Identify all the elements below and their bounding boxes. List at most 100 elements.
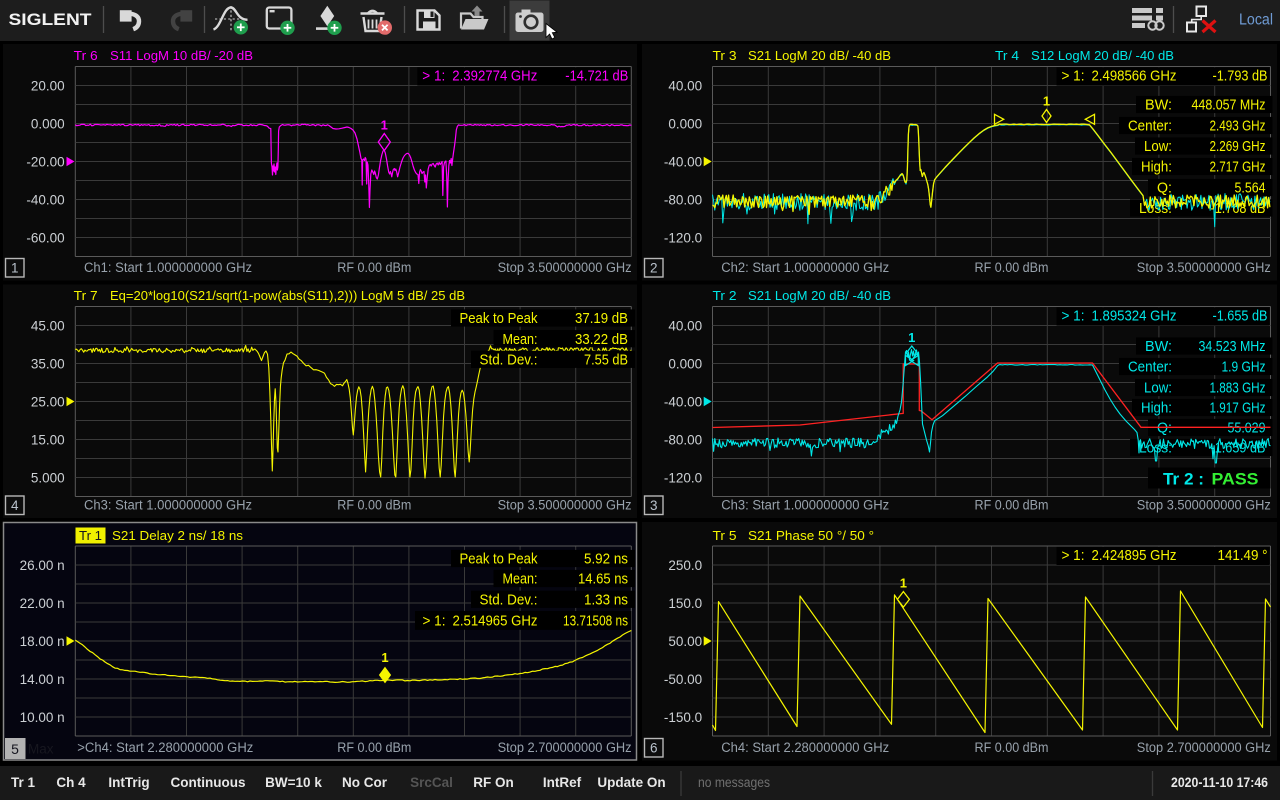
svg-text:2.498566 GHz: 2.498566 GHz [1092,69,1177,85]
svg-text:RF On: RF On [473,775,514,790]
svg-text:-40.00: -40.00 [664,394,702,409]
svg-text:22.00 n: 22.00 n [20,596,65,611]
svg-text:Q:: Q: [1157,421,1172,437]
svg-text:Ch 4: Ch 4 [56,775,86,790]
svg-text:SrcCal: SrcCal [410,775,453,790]
svg-text:> 1:: > 1: [1062,548,1085,564]
svg-text:Mean:: Mean: [503,572,538,588]
svg-text:BW=10 k: BW=10 k [265,775,322,790]
svg-text:Tr 1: Tr 1 [11,775,36,790]
svg-text:33.22 dB: 33.22 dB [575,332,628,348]
svg-text:S21 Delay 2 ns/ 18 ns: S21 Delay 2 ns/ 18 ns [112,528,243,543]
svg-text:> 1:: > 1: [423,614,446,630]
svg-text:Stop 3.500000000 GHz: Stop 3.500000000 GHz [1137,260,1271,275]
svg-text:18.00 n: 18.00 n [20,634,65,649]
svg-text:Tr 2 :: Tr 2 : [1163,471,1204,489]
svg-text:15.00: 15.00 [31,432,65,447]
svg-text:> 1:: > 1: [1062,309,1085,325]
svg-text:> 1:: > 1: [1062,69,1085,85]
svg-text:Stop 3.500000000 GHz: Stop 3.500000000 GHz [498,498,632,513]
svg-text:26.00 n: 26.00 n [20,558,65,573]
svg-text:Tr 4: Tr 4 [995,48,1019,63]
svg-text:Peak to Peak: Peak to Peak [460,311,539,327]
svg-text:45.00: 45.00 [31,318,65,333]
svg-text:40.00: 40.00 [668,318,702,333]
svg-text:RF 0.00 dBm: RF 0.00 dBm [337,260,411,275]
svg-text:Tr 7: Tr 7 [74,288,98,303]
svg-text:2.424895 GHz: 2.424895 GHz [1092,548,1177,564]
svg-text:1: 1 [381,650,388,665]
svg-text:RF 0.00 dBm: RF 0.00 dBm [337,740,411,755]
svg-text:Std. Dev.:: Std. Dev.: [480,593,538,609]
svg-text:1.9 GHz: 1.9 GHz [1222,360,1266,376]
svg-text:Stop 2.700000000 GHz: Stop 2.700000000 GHz [498,740,632,755]
svg-text:-50.00: -50.00 [664,672,702,687]
svg-text:1.883 GHz: 1.883 GHz [1210,381,1266,397]
svg-text:14.00 n: 14.00 n [20,672,65,687]
svg-text:Stop 3.500000000 GHz: Stop 3.500000000 GHz [498,260,632,275]
svg-text:Tr 3: Tr 3 [713,48,737,63]
svg-text:S21 LogM 20 dB/ -40 dB: S21 LogM 20 dB/ -40 dB [748,48,891,63]
svg-text:Local: Local [1239,12,1273,29]
svg-text:1.33 ns: 1.33 ns [584,593,628,609]
svg-text:1.895324 GHz: 1.895324 GHz [1092,309,1177,325]
svg-text:S12 LogM 20 dB/ -40 dB: S12 LogM 20 dB/ -40 dB [1031,48,1174,63]
svg-text:0.000: 0.000 [31,116,65,131]
svg-text:Ch3: Start 1.000000000 GHz: Ch3: Start 1.000000000 GHz [84,498,252,513]
svg-text:1.917 GHz: 1.917 GHz [1210,401,1266,417]
svg-text:BW:: BW: [1145,98,1172,114]
svg-text:Low:: Low: [1144,381,1172,397]
svg-text:S21 LogM 20 dB/ -40 dB: S21 LogM 20 dB/ -40 dB [748,288,891,303]
svg-text:RF 0.00 dBm: RF 0.00 dBm [975,740,1049,755]
svg-text:20.00: 20.00 [31,78,65,93]
svg-text:RF 0.00 dBm: RF 0.00 dBm [975,260,1049,275]
svg-text:25.00: 25.00 [31,394,65,409]
svg-text:High:: High: [1141,160,1172,176]
svg-text:Tr 6: Tr 6 [74,48,98,63]
svg-text:50.00: 50.00 [668,634,702,649]
svg-text:Peak to Peak: Peak to Peak [460,552,539,568]
svg-text:Std. Dev.:: Std. Dev.: [480,353,538,369]
svg-text:Tr 1: Tr 1 [79,528,102,543]
svg-text:-80.00: -80.00 [664,192,702,207]
svg-text:37.19 dB: 37.19 dB [575,311,628,327]
svg-text:-40.00: -40.00 [26,192,64,207]
svg-text:2020-11-10 17:46: 2020-11-10 17:46 [1171,775,1268,790]
svg-text:no messages: no messages [698,775,770,790]
svg-text:34.523 MHz: 34.523 MHz [1199,339,1266,355]
svg-text:IntRef: IntRef [543,775,582,790]
svg-text:13.71508 ns: 13.71508 ns [563,614,628,630]
svg-text:0.000: 0.000 [668,116,702,131]
svg-text:10.00 n: 10.00 n [20,710,65,725]
svg-text:-20.00: -20.00 [26,154,64,169]
svg-text:Ch1: Start 1.000000000 GHz: Ch1: Start 1.000000000 GHz [84,260,252,275]
svg-text:5.92 ns: 5.92 ns [584,552,628,568]
svg-text:-60.00: -60.00 [26,230,64,245]
svg-text:35.00: 35.00 [31,356,65,371]
svg-text:141.49 °: 141.49 ° [1218,548,1268,564]
svg-text:-80.00: -80.00 [664,432,702,447]
svg-text:Max: Max [28,742,54,757]
svg-text:5: 5 [11,741,19,757]
svg-text:Tr 2: Tr 2 [713,288,737,303]
svg-text:55.029: 55.029 [1228,421,1266,437]
svg-text:S11 LogM 10 dB/ -20 dB: S11 LogM 10 dB/ -20 dB [110,48,253,63]
svg-text:Q:: Q: [1157,181,1172,197]
svg-text:High:: High: [1141,401,1172,417]
svg-text:0.000: 0.000 [668,356,702,371]
svg-text:> 1:: > 1: [422,69,445,85]
svg-text:6: 6 [650,741,658,756]
svg-text:4: 4 [11,498,19,513]
svg-text:Stop 2.700000000 GHz: Stop 2.700000000 GHz [1137,740,1271,755]
svg-text:IntTrig: IntTrig [108,775,149,790]
svg-text:448.057 MHz: 448.057 MHz [1192,98,1266,114]
svg-text:7.55 dB: 7.55 dB [584,353,628,369]
svg-text:2.514965 GHz: 2.514965 GHz [453,614,538,630]
svg-text:-1.655 dB: -1.655 dB [1213,309,1268,325]
svg-text:-120.0: -120.0 [664,470,702,485]
svg-text:Update On: Update On [597,775,665,790]
svg-text:2: 2 [650,261,658,276]
svg-text:BW:: BW: [1145,339,1172,355]
svg-text:SIGLENT: SIGLENT [9,11,92,29]
svg-text:Continuous: Continuous [171,775,246,790]
